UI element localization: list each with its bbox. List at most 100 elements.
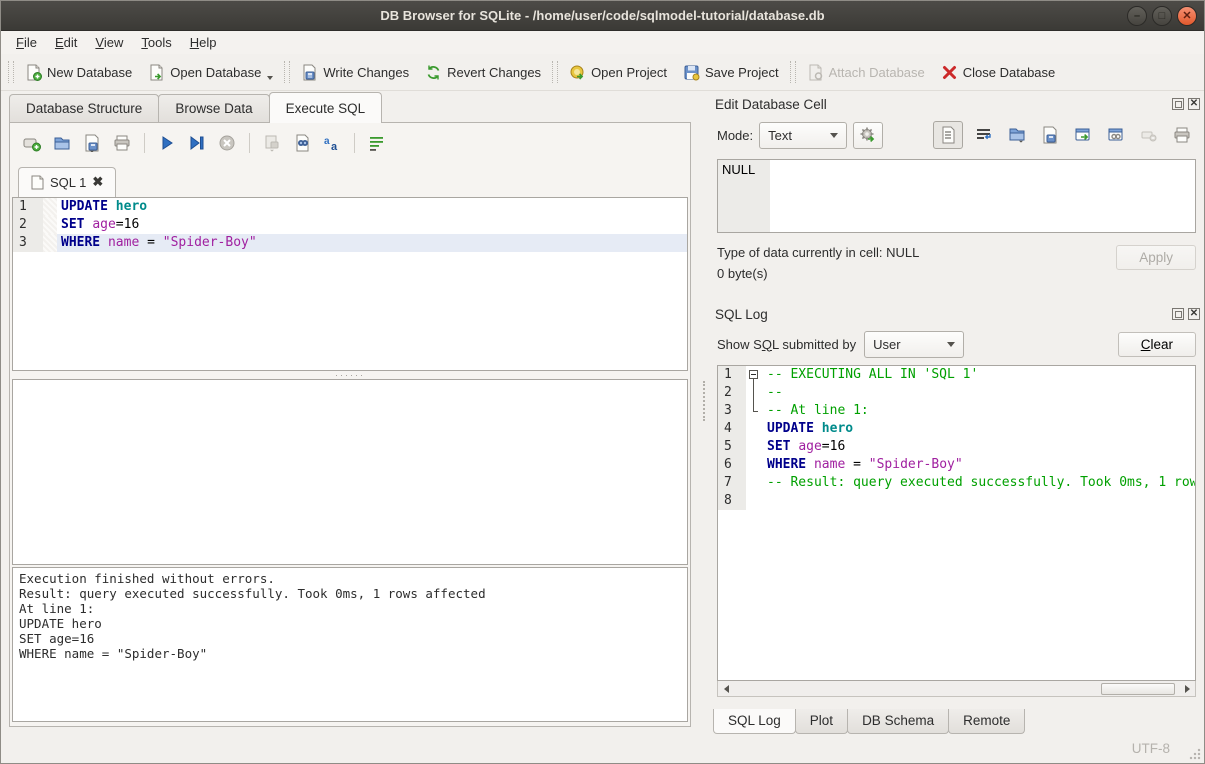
- menu-tools[interactable]: Tools: [132, 33, 180, 52]
- open-database-button[interactable]: Open Database: [140, 59, 281, 86]
- close-sql-tab-icon[interactable]: ✖: [92, 174, 103, 190]
- gear-icon: [859, 126, 877, 144]
- close-database-button[interactable]: Close Database: [933, 59, 1064, 86]
- cell-icon-row: [933, 121, 1194, 149]
- write-changes-button[interactable]: Write Changes: [293, 59, 417, 86]
- menu-file[interactable]: File: [7, 33, 46, 52]
- sql-log-view[interactable]: 1-- EXECUTING ALL IN 'SQL 1'2--3-- At li…: [717, 365, 1196, 681]
- code-line[interactable]: 2--: [718, 384, 1195, 402]
- code-text: -- Result: query executed successfully. …: [763, 474, 1196, 492]
- save-sql-file-icon[interactable]: [80, 131, 104, 155]
- code-line[interactable]: 3WHERE name = "Spider-Boy": [13, 234, 687, 252]
- close-panel-icon[interactable]: ✕: [1188, 98, 1200, 110]
- import-cell-icon[interactable]: [1005, 123, 1029, 147]
- cell-editor[interactable]: NULL: [717, 159, 1196, 233]
- code-line[interactable]: 1-- EXECUTING ALL IN 'SQL 1': [718, 366, 1195, 384]
- open-database-dropdown-icon[interactable]: [267, 76, 273, 80]
- close-panel-icon[interactable]: ✕: [1188, 308, 1200, 320]
- code-line[interactable]: 7-- Result: query executed successfully.…: [718, 474, 1195, 492]
- maximize-icon[interactable]: □: [1152, 6, 1172, 26]
- open-project-button[interactable]: Open Project: [561, 59, 675, 86]
- code-line[interactable]: 1UPDATE hero: [13, 198, 687, 216]
- toolbar-handle: [552, 61, 558, 83]
- find-icon[interactable]: [290, 131, 314, 155]
- resize-grip-icon[interactable]: [1189, 748, 1201, 760]
- tab-remote[interactable]: Remote: [948, 709, 1025, 734]
- menu-view[interactable]: View: [86, 33, 132, 52]
- autocomplete-icon[interactable]: aa: [320, 131, 344, 155]
- word-wrap-cell-icon[interactable]: [972, 123, 996, 147]
- open-sql-file-icon[interactable]: [50, 131, 74, 155]
- code-line[interactable]: 4 UPDATE hero: [718, 420, 1195, 438]
- sql-log-header: SQL Log ✕: [711, 301, 1205, 325]
- toolbar-separator: [354, 133, 355, 153]
- execution-message-pane[interactable]: Execution finished without errors. Resul…: [12, 567, 688, 722]
- float-panel-icon[interactable]: [1172, 308, 1184, 320]
- titlebar[interactable]: DB Browser for SQLite - /home/user/code/…: [1, 1, 1204, 31]
- revert-changes-icon: [425, 64, 442, 81]
- code-text: WHERE name = "Spider-Boy": [57, 234, 687, 252]
- line-number: 4: [718, 420, 746, 438]
- submitted-by-select[interactable]: User: [864, 331, 964, 358]
- execute-line-icon[interactable]: [185, 131, 209, 155]
- toolbar-separator: [144, 133, 145, 153]
- sql-file-icon: [31, 175, 44, 190]
- auto-apply-button[interactable]: [853, 122, 883, 149]
- encoding-indicator: UTF-8: [1132, 741, 1170, 756]
- code-line[interactable]: 5SET age=16: [718, 438, 1195, 456]
- close-icon[interactable]: ✕: [1177, 6, 1197, 26]
- text-mode-icon[interactable]: [933, 121, 963, 149]
- menubar: File Edit View Tools Help: [1, 31, 1204, 54]
- stop-icon: [215, 131, 239, 155]
- word-wrap-icon[interactable]: [365, 131, 389, 155]
- tab-database-structure[interactable]: Database Structure: [9, 94, 159, 123]
- mode-select[interactable]: Text: [759, 122, 847, 149]
- print-icon[interactable]: [110, 131, 134, 155]
- print-cell-icon[interactable]: [1170, 123, 1194, 147]
- scrollbar-track[interactable]: [734, 682, 1179, 696]
- apply-button[interactable]: Apply: [1116, 245, 1196, 270]
- svg-text:a: a: [331, 141, 338, 152]
- tab-sql-log[interactable]: SQL Log: [713, 709, 796, 734]
- sql-log-controls: Show SQL submitted by User Clear: [711, 325, 1205, 363]
- menu-help[interactable]: Help: [181, 33, 226, 52]
- revert-changes-button[interactable]: Revert Changes: [417, 59, 549, 86]
- menu-edit[interactable]: Edit: [46, 33, 86, 52]
- export-cell-icon[interactable]: [1038, 123, 1062, 147]
- tab-db-schema[interactable]: DB Schema: [847, 709, 949, 734]
- execute-all-icon[interactable]: [155, 131, 179, 155]
- tab-browse-data[interactable]: Browse Data: [158, 94, 269, 123]
- fold-collapse-icon[interactable]: [749, 370, 758, 379]
- scroll-right-icon[interactable]: [1179, 682, 1195, 696]
- open-in-window-icon[interactable]: [1071, 123, 1095, 147]
- link-cell-icon[interactable]: [1104, 123, 1128, 147]
- window-controls: – □ ✕: [1127, 6, 1197, 26]
- fold-margin[interactable]: [746, 366, 763, 384]
- open-sql-tab-icon[interactable]: [20, 131, 44, 155]
- fold-margin: [746, 402, 763, 420]
- save-project-button[interactable]: Save Project: [675, 59, 787, 86]
- float-panel-icon[interactable]: [1172, 98, 1184, 110]
- fold-margin: [746, 438, 763, 456]
- results-pane[interactable]: [12, 379, 688, 565]
- clear-button[interactable]: Clear: [1118, 332, 1196, 357]
- sql-tab[interactable]: SQL 1 ✖: [18, 167, 116, 197]
- fold-line: [753, 384, 754, 402]
- code-text: UPDATE hero: [763, 420, 1195, 438]
- sql-editor[interactable]: 1UPDATE hero2SET age=163WHERE name = "Sp…: [12, 197, 688, 371]
- minimize-icon[interactable]: –: [1127, 6, 1147, 26]
- editor-results-splitter[interactable]: ······: [10, 371, 690, 379]
- code-line[interactable]: 3-- At line 1:: [718, 402, 1195, 420]
- tab-plot[interactable]: Plot: [795, 709, 848, 734]
- code-line[interactable]: 8: [718, 492, 1195, 510]
- code-line[interactable]: 2SET age=16: [13, 216, 687, 234]
- code-line[interactable]: 6WHERE name = "Spider-Boy": [718, 456, 1195, 474]
- tab-execute-sql[interactable]: Execute SQL: [269, 92, 383, 123]
- main-tab-bar: Database Structure Browse Data Execute S…: [1, 91, 705, 123]
- scrollbar-thumb[interactable]: [1101, 683, 1175, 695]
- cell-info-row: Type of data currently in cell: NULL 0 b…: [717, 245, 1196, 287]
- new-database-button[interactable]: New Database: [17, 59, 140, 86]
- fold-margin: [746, 456, 763, 474]
- sql-log-hscrollbar[interactable]: [717, 681, 1196, 697]
- scroll-left-icon[interactable]: [718, 682, 734, 696]
